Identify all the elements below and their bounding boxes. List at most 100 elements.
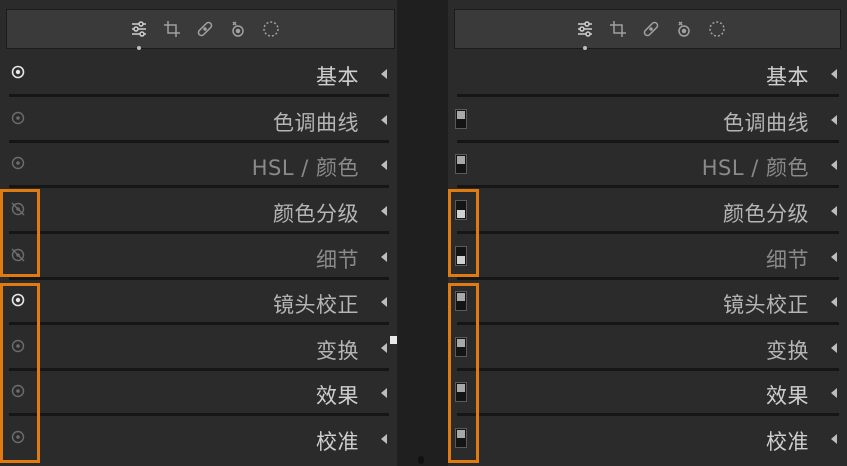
panel-row-hsl[interactable]: HSL / 颜色 [0, 144, 397, 188]
collapse-arrow-icon[interactable] [831, 297, 837, 307]
crop-icon[interactable] [161, 18, 183, 40]
collapse-arrow-icon[interactable] [831, 206, 837, 216]
panel-row-color-grading[interactable]: 颜色分级 [0, 190, 397, 234]
divider [9, 322, 389, 325]
highlight-box [448, 189, 479, 277]
bandage-icon[interactable] [194, 18, 216, 40]
panel-toggle-switch[interactable] [455, 109, 467, 129]
collapse-arrow-icon[interactable] [831, 252, 837, 262]
bandage-icon[interactable] [640, 18, 662, 40]
panel-label: 颜色分级 [723, 202, 809, 226]
panel-label: 效果 [316, 384, 359, 408]
collapse-arrow-icon[interactable] [831, 160, 837, 170]
switch-knob [457, 111, 465, 119]
collapse-arrow-icon[interactable] [831, 434, 837, 444]
mask-circle-icon[interactable] [260, 18, 282, 40]
collapse-arrow-icon[interactable] [381, 115, 387, 125]
divider [457, 185, 839, 188]
collapse-arrow-icon[interactable] [381, 297, 387, 307]
collapse-arrow-icon[interactable] [831, 115, 837, 125]
active-tool-indicator [583, 46, 587, 50]
collapse-arrow-icon[interactable] [831, 343, 837, 353]
divider [9, 140, 389, 143]
divider [457, 368, 839, 371]
active-tool-indicator [137, 46, 141, 50]
collapse-arrow-icon[interactable] [831, 69, 837, 79]
right-develop-panel: 基本 色调曲线 HSL / 颜色 颜色分级 细节 镜头校正 变换 效果 校准 [448, 0, 847, 466]
collapse-arrow-icon[interactable] [831, 388, 837, 398]
panel-row-calibration[interactable]: 校准 [448, 418, 847, 462]
panel-label: 变换 [766, 339, 809, 363]
panel-label: 效果 [766, 384, 809, 408]
divider [457, 231, 839, 234]
tool-strip [6, 9, 395, 50]
collapse-arrow-icon[interactable] [381, 206, 387, 216]
sliders-icon[interactable] [574, 18, 596, 50]
collapse-arrow-icon[interactable] [381, 343, 387, 353]
redeye-icon[interactable] [673, 18, 695, 40]
panel-label: 校准 [766, 430, 809, 454]
collapse-arrow-icon[interactable] [381, 69, 387, 79]
collapse-arrow-icon[interactable] [381, 388, 387, 398]
divider [9, 231, 389, 234]
divider [9, 185, 389, 188]
panel-row-detail[interactable]: 细节 [448, 236, 847, 280]
panel-label: 细节 [766, 248, 809, 272]
tool-strip [454, 9, 841, 50]
switch-knob [457, 156, 465, 164]
panel-row-transform[interactable]: 变换 [448, 327, 847, 371]
panel-label: 色调曲线 [273, 111, 359, 135]
eye-icon[interactable] [11, 156, 25, 170]
scroll-nub [390, 336, 397, 344]
panel-label: HSL / 颜色 [251, 156, 359, 180]
panel-label: 变换 [316, 339, 359, 363]
highlight-box [0, 283, 40, 463]
divider [9, 368, 389, 371]
panel-row-basic[interactable]: 基本 [0, 53, 397, 97]
highlight-box [0, 189, 40, 277]
panel-row-basic[interactable]: 基本 [448, 53, 847, 97]
panel-label: HSL / 颜色 [701, 156, 809, 180]
divider [457, 322, 839, 325]
panel-row-effects[interactable]: 效果 [448, 372, 847, 416]
collapse-arrow-icon[interactable] [381, 160, 387, 170]
panel-label: 镜头校正 [273, 293, 359, 317]
sliders-icon[interactable] [128, 18, 150, 50]
panel-row-tone-curve[interactable]: 色调曲线 [0, 99, 397, 143]
panel-row-lens-corrections[interactable]: 镜头校正 [0, 281, 397, 325]
panel-row-hsl[interactable]: HSL / 颜色 [448, 144, 847, 188]
divider [457, 94, 839, 97]
eye-icon[interactable] [11, 65, 25, 79]
panel-label: 颜色分级 [273, 202, 359, 226]
redeye-icon[interactable] [227, 18, 249, 40]
panel-row-transform[interactable]: 变换 [0, 327, 397, 371]
panel-gap [390, 0, 448, 466]
left-develop-panel: 基本 色调曲线 HSL / 颜色 颜色分级 细节 镜头校正 变换 效果 校准 [0, 0, 397, 466]
mask-circle-icon[interactable] [706, 18, 728, 40]
highlight-box [448, 283, 479, 463]
divider [457, 277, 839, 280]
panel-label: 基本 [316, 65, 359, 89]
panel-label: 色调曲线 [723, 111, 809, 135]
panel-toggle-switch[interactable] [455, 154, 467, 174]
panel-label: 校准 [316, 430, 359, 454]
panel-label: 细节 [316, 248, 359, 272]
collapse-arrow-icon[interactable] [381, 434, 387, 444]
divider [9, 94, 389, 97]
eye-icon[interactable] [11, 111, 25, 125]
collapse-arrow-icon[interactable] [381, 252, 387, 262]
panel-label: 镜头校正 [723, 293, 809, 317]
divider [9, 413, 389, 416]
crop-icon[interactable] [607, 18, 629, 40]
scroll-dot [418, 456, 424, 464]
panel-row-color-grading[interactable]: 颜色分级 [448, 190, 847, 234]
panel-row-calibration[interactable]: 校准 [0, 418, 397, 462]
panel-row-lens-corrections[interactable]: 镜头校正 [448, 281, 847, 325]
panel-row-effects[interactable]: 效果 [0, 372, 397, 416]
panel-row-detail[interactable]: 细节 [0, 236, 397, 280]
divider [457, 140, 839, 143]
divider [9, 277, 389, 280]
panel-row-tone-curve[interactable]: 色调曲线 [448, 99, 847, 143]
panel-label: 基本 [766, 65, 809, 89]
divider [457, 413, 839, 416]
